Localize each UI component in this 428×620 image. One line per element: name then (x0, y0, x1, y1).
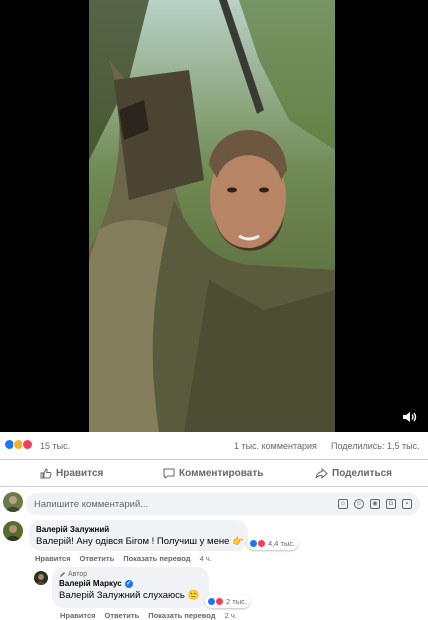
reply-time[interactable]: 2 ч. (225, 611, 237, 620)
reply-actions: Нравится Ответить Показать перевод 2 ч. (60, 611, 237, 620)
comments-count[interactable]: 1 тыс. комментария (234, 441, 317, 451)
comment-author-name[interactable]: Валерій Залужний (36, 525, 244, 534)
comment-reply-button[interactable]: Ответить (80, 554, 115, 563)
reply-author-name[interactable]: Валерій Маркус (59, 579, 122, 588)
camera-icon[interactable]: ◉ (370, 499, 380, 509)
comment-time[interactable]: 4 ч. (200, 554, 212, 563)
comment-bubble: Валерій Залужний Валерій! Ану одівся Біг… (29, 520, 248, 551)
comment-actions: Нравится Ответить Показать перевод 4 ч. (35, 554, 212, 563)
comment-reactions[interactable]: 4,4 тыс. (247, 537, 299, 550)
pencil-icon (60, 572, 65, 577)
comment-like-button[interactable]: Нравится (35, 554, 71, 563)
reply-reactions-count: 2 тыс. (226, 597, 247, 606)
love-reaction-icon (257, 539, 266, 548)
love-reaction-icon (215, 597, 224, 606)
reply-text: Валерій Залужний слухаюсь 🙂 (59, 590, 200, 601)
sticker-icon[interactable]: ▪ (402, 499, 412, 509)
speaker-icon[interactable] (402, 410, 418, 424)
like-button[interactable]: Нравится (40, 466, 103, 480)
reply-translate-button[interactable]: Показать перевод (148, 611, 215, 620)
gif-icon[interactable]: G (386, 499, 396, 509)
author-badge: Автор (59, 571, 199, 578)
composer-tools: ☺ ☺ ◉ G ▪ (338, 499, 412, 509)
reply-like-button[interactable]: Нравится (60, 611, 96, 620)
comment-label: Комментировать (179, 467, 264, 479)
share-label: Поделиться (332, 467, 393, 479)
avatar-sticker-icon[interactable]: ☺ (338, 499, 348, 509)
post-actions-bar: Нравится Комментировать Поделиться (0, 459, 428, 487)
reply-reply-button[interactable]: Ответить (105, 611, 140, 620)
comment-input[interactable]: Напишите комментарий... ☺ ☺ ◉ G ▪ (26, 493, 420, 515)
video-player[interactable] (0, 0, 428, 432)
comment-icon (163, 468, 175, 479)
shares-count[interactable]: Поделились: 1,5 тыс. (331, 441, 420, 451)
comment-composer: Напишите комментарий... ☺ ☺ ◉ G ▪ (0, 488, 428, 516)
thumbs-up-icon (40, 467, 52, 478)
reply-bubble: Автор Валерій Маркус ✓ Валерій Залужний … (52, 567, 209, 608)
comment-button[interactable]: Комментировать (163, 466, 263, 480)
reply-reactions[interactable]: 2 тыс. (205, 595, 250, 608)
comment-placeholder: Напишите комментарий... (34, 499, 149, 510)
share-icon (315, 467, 328, 479)
share-button[interactable]: Поделиться (315, 466, 392, 480)
comment-text: Валерій! Ану одівся Бігом ! Получиш у ме… (36, 536, 244, 547)
reply-author-avatar[interactable] (34, 571, 48, 585)
reactions-count[interactable]: 15 тыс. (40, 441, 70, 451)
video-frame (89, 0, 335, 432)
post-stats: 15 тыс. 1 тыс. комментария Поделились: 1… (0, 432, 428, 458)
current-user-avatar[interactable] (3, 492, 23, 512)
comment-author-avatar[interactable] (3, 521, 23, 541)
love-reaction-icon (22, 439, 33, 450)
comment-translate-button[interactable]: Показать перевод (123, 554, 190, 563)
verified-badge-icon: ✓ (124, 579, 133, 588)
emoji-icon[interactable]: ☺ (354, 499, 364, 509)
reply-author: Валерій Маркус ✓ (59, 579, 199, 588)
like-label: Нравится (56, 467, 104, 479)
comment-reactions-count: 4,4 тыс. (268, 539, 296, 548)
